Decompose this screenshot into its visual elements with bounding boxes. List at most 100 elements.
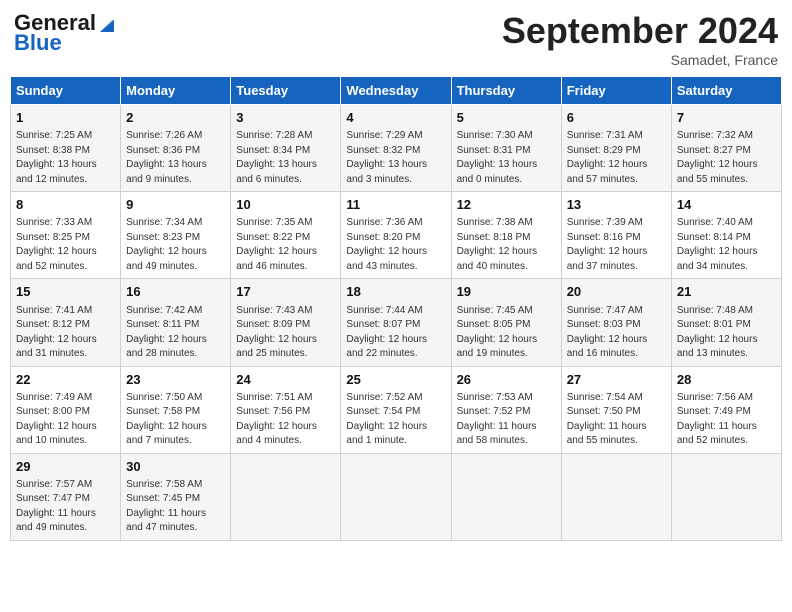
day-info: Sunrise: 7:29 AMSunset: 8:32 PMDaylight:… bbox=[346, 130, 427, 185]
week-row: 15 Sunrise: 7:41 AMSunset: 8:12 PMDayligh… bbox=[11, 279, 782, 366]
day-number: 4 bbox=[346, 109, 445, 127]
day-number: 30 bbox=[126, 458, 225, 476]
day-info: Sunrise: 7:58 AMSunset: 7:45 PMDaylight:… bbox=[126, 479, 206, 534]
calendar-cell: 6 Sunrise: 7:31 AMSunset: 8:29 PMDaylight… bbox=[561, 105, 671, 192]
day-info: Sunrise: 7:32 AMSunset: 8:27 PMDaylight:… bbox=[677, 130, 758, 185]
day-number: 15 bbox=[16, 283, 115, 301]
day-info: Sunrise: 7:56 AMSunset: 7:49 PMDaylight:… bbox=[677, 392, 757, 447]
day-info: Sunrise: 7:35 AMSunset: 8:22 PMDaylight:… bbox=[236, 217, 317, 272]
header-row: SundayMondayTuesdayWednesdayThursdayFrid… bbox=[11, 77, 782, 105]
calendar-cell: 3Sunrise: 7:28 AMSunset: 8:34 PMDaylight… bbox=[231, 105, 341, 192]
day-number: 11 bbox=[346, 196, 445, 214]
page-header: General Blue September 2024 Samadet, Fra… bbox=[10, 10, 782, 68]
calendar-cell: 10 Sunrise: 7:35 AMSunset: 8:22 PMDayligh… bbox=[231, 192, 341, 279]
calendar-cell: 24 Sunrise: 7:51 AMSunset: 7:56 PMDayligh… bbox=[231, 366, 341, 453]
logo-icon bbox=[98, 16, 116, 34]
day-number: 17 bbox=[236, 283, 335, 301]
day-number: 1 bbox=[16, 109, 115, 127]
calendar-cell: 17 Sunrise: 7:43 AMSunset: 8:09 PMDayligh… bbox=[231, 279, 341, 366]
day-number: 24 bbox=[236, 371, 335, 389]
day-number: 19 bbox=[457, 283, 556, 301]
day-info: Sunrise: 7:52 AMSunset: 7:54 PMDaylight:… bbox=[346, 392, 427, 447]
day-number: 2 bbox=[126, 109, 225, 127]
day-number: 25 bbox=[346, 371, 445, 389]
calendar-cell: 21Sunrise: 7:48 AMSunset: 8:01 PMDayligh… bbox=[671, 279, 781, 366]
day-info: Sunrise: 7:39 AMSunset: 8:16 PMDaylight:… bbox=[567, 217, 648, 272]
day-info: Sunrise: 7:30 AMSunset: 8:31 PMDaylight:… bbox=[457, 130, 538, 185]
day-info: Sunrise: 7:28 AMSunset: 8:34 PMDaylight:… bbox=[236, 130, 317, 185]
weekday-header: Tuesday bbox=[231, 77, 341, 105]
day-info: Sunrise: 7:26 AMSunset: 8:36 PMDaylight:… bbox=[126, 130, 207, 185]
title-block: September 2024 Samadet, France bbox=[502, 10, 778, 68]
day-number: 29 bbox=[16, 458, 115, 476]
day-number: 8 bbox=[16, 196, 115, 214]
calendar-cell: 18 Sunrise: 7:44 AMSunset: 8:07 PMDayligh… bbox=[341, 279, 451, 366]
calendar-cell: 12Sunrise: 7:38 AMSunset: 8:18 PMDayligh… bbox=[451, 192, 561, 279]
calendar-cell: 8 Sunrise: 7:33 AMSunset: 8:25 PMDaylight… bbox=[11, 192, 121, 279]
calendar-cell: 11 Sunrise: 7:36 AMSunset: 8:20 PMDayligh… bbox=[341, 192, 451, 279]
day-number: 6 bbox=[567, 109, 666, 127]
week-row: 8 Sunrise: 7:33 AMSunset: 8:25 PMDaylight… bbox=[11, 192, 782, 279]
calendar-cell bbox=[451, 453, 561, 540]
calendar-cell: 16 Sunrise: 7:42 AMSunset: 8:11 PMDayligh… bbox=[121, 279, 231, 366]
calendar-cell: 9Sunrise: 7:34 AMSunset: 8:23 PMDaylight… bbox=[121, 192, 231, 279]
calendar-cell: 2 Sunrise: 7:26 AMSunset: 8:36 PMDaylight… bbox=[121, 105, 231, 192]
day-info: Sunrise: 7:50 AMSunset: 7:58 PMDaylight:… bbox=[126, 392, 207, 447]
calendar-cell: 1 Sunrise: 7:25 AMSunset: 8:38 PMDaylight… bbox=[11, 105, 121, 192]
weekday-header: Monday bbox=[121, 77, 231, 105]
calendar-cell: 7 Sunrise: 7:32 AMSunset: 8:27 PMDaylight… bbox=[671, 105, 781, 192]
day-number: 13 bbox=[567, 196, 666, 214]
weekday-header: Thursday bbox=[451, 77, 561, 105]
day-info: Sunrise: 7:31 AMSunset: 8:29 PMDaylight:… bbox=[567, 130, 648, 185]
day-info: Sunrise: 7:33 AMSunset: 8:25 PMDaylight:… bbox=[16, 217, 97, 272]
day-info: Sunrise: 7:42 AMSunset: 8:11 PMDaylight:… bbox=[126, 305, 207, 360]
calendar-cell: 23 Sunrise: 7:50 AMSunset: 7:58 PMDayligh… bbox=[121, 366, 231, 453]
calendar-cell: 13 Sunrise: 7:39 AMSunset: 8:16 PMDayligh… bbox=[561, 192, 671, 279]
day-info: Sunrise: 7:34 AMSunset: 8:23 PMDaylight:… bbox=[126, 217, 207, 272]
day-number: 28 bbox=[677, 371, 776, 389]
weekday-header: Saturday bbox=[671, 77, 781, 105]
day-info: Sunrise: 7:43 AMSunset: 8:09 PMDaylight:… bbox=[236, 305, 317, 360]
day-number: 23 bbox=[126, 371, 225, 389]
day-number: 10 bbox=[236, 196, 335, 214]
day-info: Sunrise: 7:40 AMSunset: 8:14 PMDaylight:… bbox=[677, 217, 758, 272]
day-number: 12 bbox=[457, 196, 556, 214]
day-info: Sunrise: 7:49 AMSunset: 8:00 PMDaylight:… bbox=[16, 392, 97, 447]
day-info: Sunrise: 7:54 AMSunset: 7:50 PMDaylight:… bbox=[567, 392, 647, 447]
logo: General Blue bbox=[14, 10, 116, 56]
week-row: 29 Sunrise: 7:57 AMSunset: 7:47 PMDayligh… bbox=[11, 453, 782, 540]
day-info: Sunrise: 7:25 AMSunset: 8:38 PMDaylight:… bbox=[16, 130, 97, 185]
calendar-cell: 27 Sunrise: 7:54 AMSunset: 7:50 PMDayligh… bbox=[561, 366, 671, 453]
week-row: 1 Sunrise: 7:25 AMSunset: 8:38 PMDaylight… bbox=[11, 105, 782, 192]
day-info: Sunrise: 7:36 AMSunset: 8:20 PMDaylight:… bbox=[346, 217, 427, 272]
day-number: 18 bbox=[346, 283, 445, 301]
day-info: Sunrise: 7:41 AMSunset: 8:12 PMDaylight:… bbox=[16, 305, 97, 360]
calendar-cell bbox=[671, 453, 781, 540]
calendar-cell bbox=[231, 453, 341, 540]
day-number: 22 bbox=[16, 371, 115, 389]
calendar-cell: 20Sunrise: 7:47 AMSunset: 8:03 PMDayligh… bbox=[561, 279, 671, 366]
day-info: Sunrise: 7:53 AMSunset: 7:52 PMDaylight:… bbox=[457, 392, 537, 447]
day-info: Sunrise: 7:48 AMSunset: 8:01 PMDaylight:… bbox=[677, 305, 758, 360]
week-row: 22 Sunrise: 7:49 AMSunset: 8:00 PMDayligh… bbox=[11, 366, 782, 453]
calendar-cell bbox=[341, 453, 451, 540]
day-info: Sunrise: 7:44 AMSunset: 8:07 PMDaylight:… bbox=[346, 305, 427, 360]
calendar-cell: 14Sunrise: 7:40 AMSunset: 8:14 PMDayligh… bbox=[671, 192, 781, 279]
weekday-header: Wednesday bbox=[341, 77, 451, 105]
calendar-cell: 29 Sunrise: 7:57 AMSunset: 7:47 PMDayligh… bbox=[11, 453, 121, 540]
calendar-cell: 15 Sunrise: 7:41 AMSunset: 8:12 PMDayligh… bbox=[11, 279, 121, 366]
logo-blue: Blue bbox=[14, 30, 62, 56]
calendar-cell: 19Sunrise: 7:45 AMSunset: 8:05 PMDayligh… bbox=[451, 279, 561, 366]
day-number: 5 bbox=[457, 109, 556, 127]
day-number: 7 bbox=[677, 109, 776, 127]
calendar-cell: 22 Sunrise: 7:49 AMSunset: 8:00 PMDayligh… bbox=[11, 366, 121, 453]
day-number: 26 bbox=[457, 371, 556, 389]
calendar-cell: 30 Sunrise: 7:58 AMSunset: 7:45 PMDayligh… bbox=[121, 453, 231, 540]
weekday-header: Friday bbox=[561, 77, 671, 105]
day-info: Sunrise: 7:57 AMSunset: 7:47 PMDaylight:… bbox=[16, 479, 96, 534]
weekday-header: Sunday bbox=[11, 77, 121, 105]
calendar-cell: 4 Sunrise: 7:29 AMSunset: 8:32 PMDaylight… bbox=[341, 105, 451, 192]
day-info: Sunrise: 7:51 AMSunset: 7:56 PMDaylight:… bbox=[236, 392, 317, 447]
day-number: 16 bbox=[126, 283, 225, 301]
day-number: 27 bbox=[567, 371, 666, 389]
